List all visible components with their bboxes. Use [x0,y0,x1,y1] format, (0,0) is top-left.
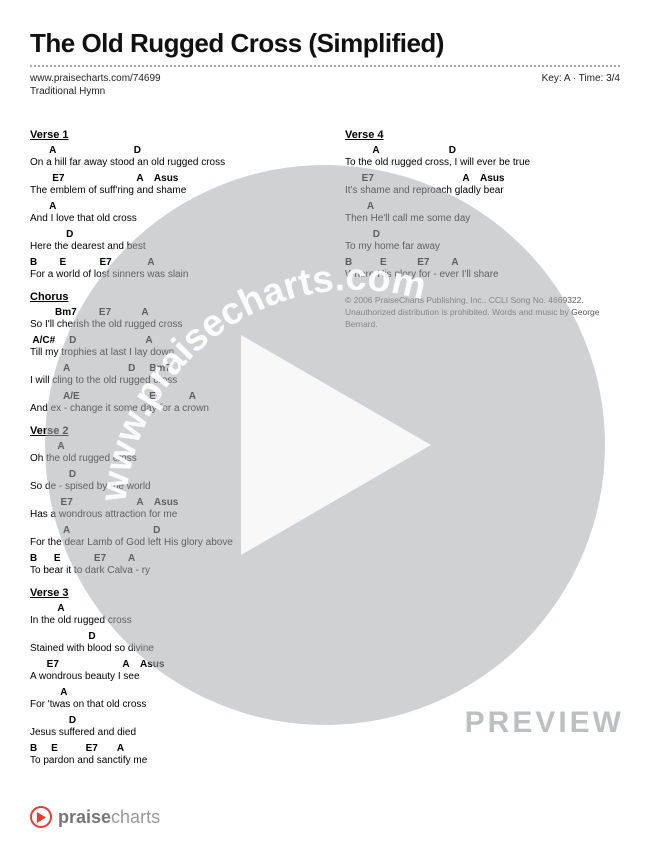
verse2-heading: Verse 2 [30,425,305,437]
chord-line: D [345,229,620,241]
key-time: Key: A · Time: 3/4 [542,73,620,84]
chord-line: A [30,441,305,453]
chord-line: Bm7 E7 A [30,307,305,319]
lyric-line: For a world of lost sinners was slain [30,269,305,281]
lyric-line: Here the dearest and best [30,241,305,253]
lyric-line: A wondrous beauty I see [30,671,305,683]
lyric-line: Where His glory for - ever I'll share [345,269,620,281]
chord-line: E7 A Asus [30,173,305,185]
lyric-line: To the old rugged cross, I will ever be … [345,157,620,169]
chord-line: E7 A Asus [345,173,620,185]
chord-line: A [30,603,305,615]
subtitle: Traditional Hymn [30,86,620,97]
lyric-line: To pardon and sanctify me [30,755,305,767]
chord-line: A [30,687,305,699]
chord-line: A/C# D A [30,335,305,347]
chord-line: B E E7 A [30,257,305,269]
footer-logo: praisecharts [30,806,160,828]
lyric-line: The emblem of suff'ring and shame [30,185,305,197]
lyric-line: And ex - change it some day for a crown [30,403,305,415]
chord-line: A D [30,525,305,537]
chord-line: B E E7 A [30,743,305,755]
chord-line: A [30,201,305,213]
footer-play-icon [30,806,52,828]
chord-line: D [30,469,305,481]
content-columns: Verse 1 A DOn a hill far away stood an o… [30,119,620,771]
verse3-heading: Verse 3 [30,587,305,599]
chord-line: E7 A Asus [30,659,305,671]
lyric-line: I will cling to the old rugged cross [30,375,305,387]
chorus-heading: Chorus [30,291,305,303]
chord-line: D [30,229,305,241]
lyric-line: So de - spised by the world [30,481,305,493]
lyric-line: Jesus suffered and died [30,727,305,739]
chord-line: A D Bm7 [30,363,305,375]
footer-brand: praisecharts [58,807,160,828]
chord-line: A/E E7 A [30,391,305,403]
chord-line: A D [345,145,620,157]
verse4-heading: Verse 4 [345,129,620,141]
lyric-line: For the dear Lamb of God left His glory … [30,537,305,549]
left-column: Verse 1 A DOn a hill far away stood an o… [30,119,305,771]
lyric-line: Has a wondrous attraction for me [30,509,305,521]
lyric-line: And I love that old cross [30,213,305,225]
lyric-line: Then He'll call me some day [345,213,620,225]
lyric-line: To my home far away [345,241,620,253]
lyric-line: Oh the old rugged cross [30,453,305,465]
lyric-line: For 'twas on that old cross [30,699,305,711]
source-url: www.praisecharts.com/74699 [30,73,161,84]
copyright-text: © 2006 PraiseCharts Publishing, Inc.. CC… [345,295,620,331]
chord-line: D [30,631,305,643]
chord-line: A D [30,145,305,157]
divider [30,65,620,67]
lyric-line: In the old rugged cross [30,615,305,627]
lyric-line: Till my trophies at last I lay down [30,347,305,359]
right-column: Verse 4 A DTo the old rugged cross, I wi… [345,119,620,771]
chord-line: A [345,201,620,213]
chord-line: B E E7 A [345,257,620,269]
lyric-line: Stained with blood so divine [30,643,305,655]
lyric-line: To bear it to dark Calva - ry [30,565,305,577]
page-title: The Old Rugged Cross (Simplified) [30,28,620,59]
chord-line: D [30,715,305,727]
meta-row: www.praisecharts.com/74699 Key: A · Time… [30,73,620,84]
verse1-heading: Verse 1 [30,129,305,141]
lyric-line: It's shame and reproach gladly bear [345,185,620,197]
chord-line: B E E7 A [30,553,305,565]
lyric-line: On a hill far away stood an old rugged c… [30,157,305,169]
lyric-line: So I'll cherish the old rugged cross [30,319,305,331]
chord-line: E7 A Asus [30,497,305,509]
